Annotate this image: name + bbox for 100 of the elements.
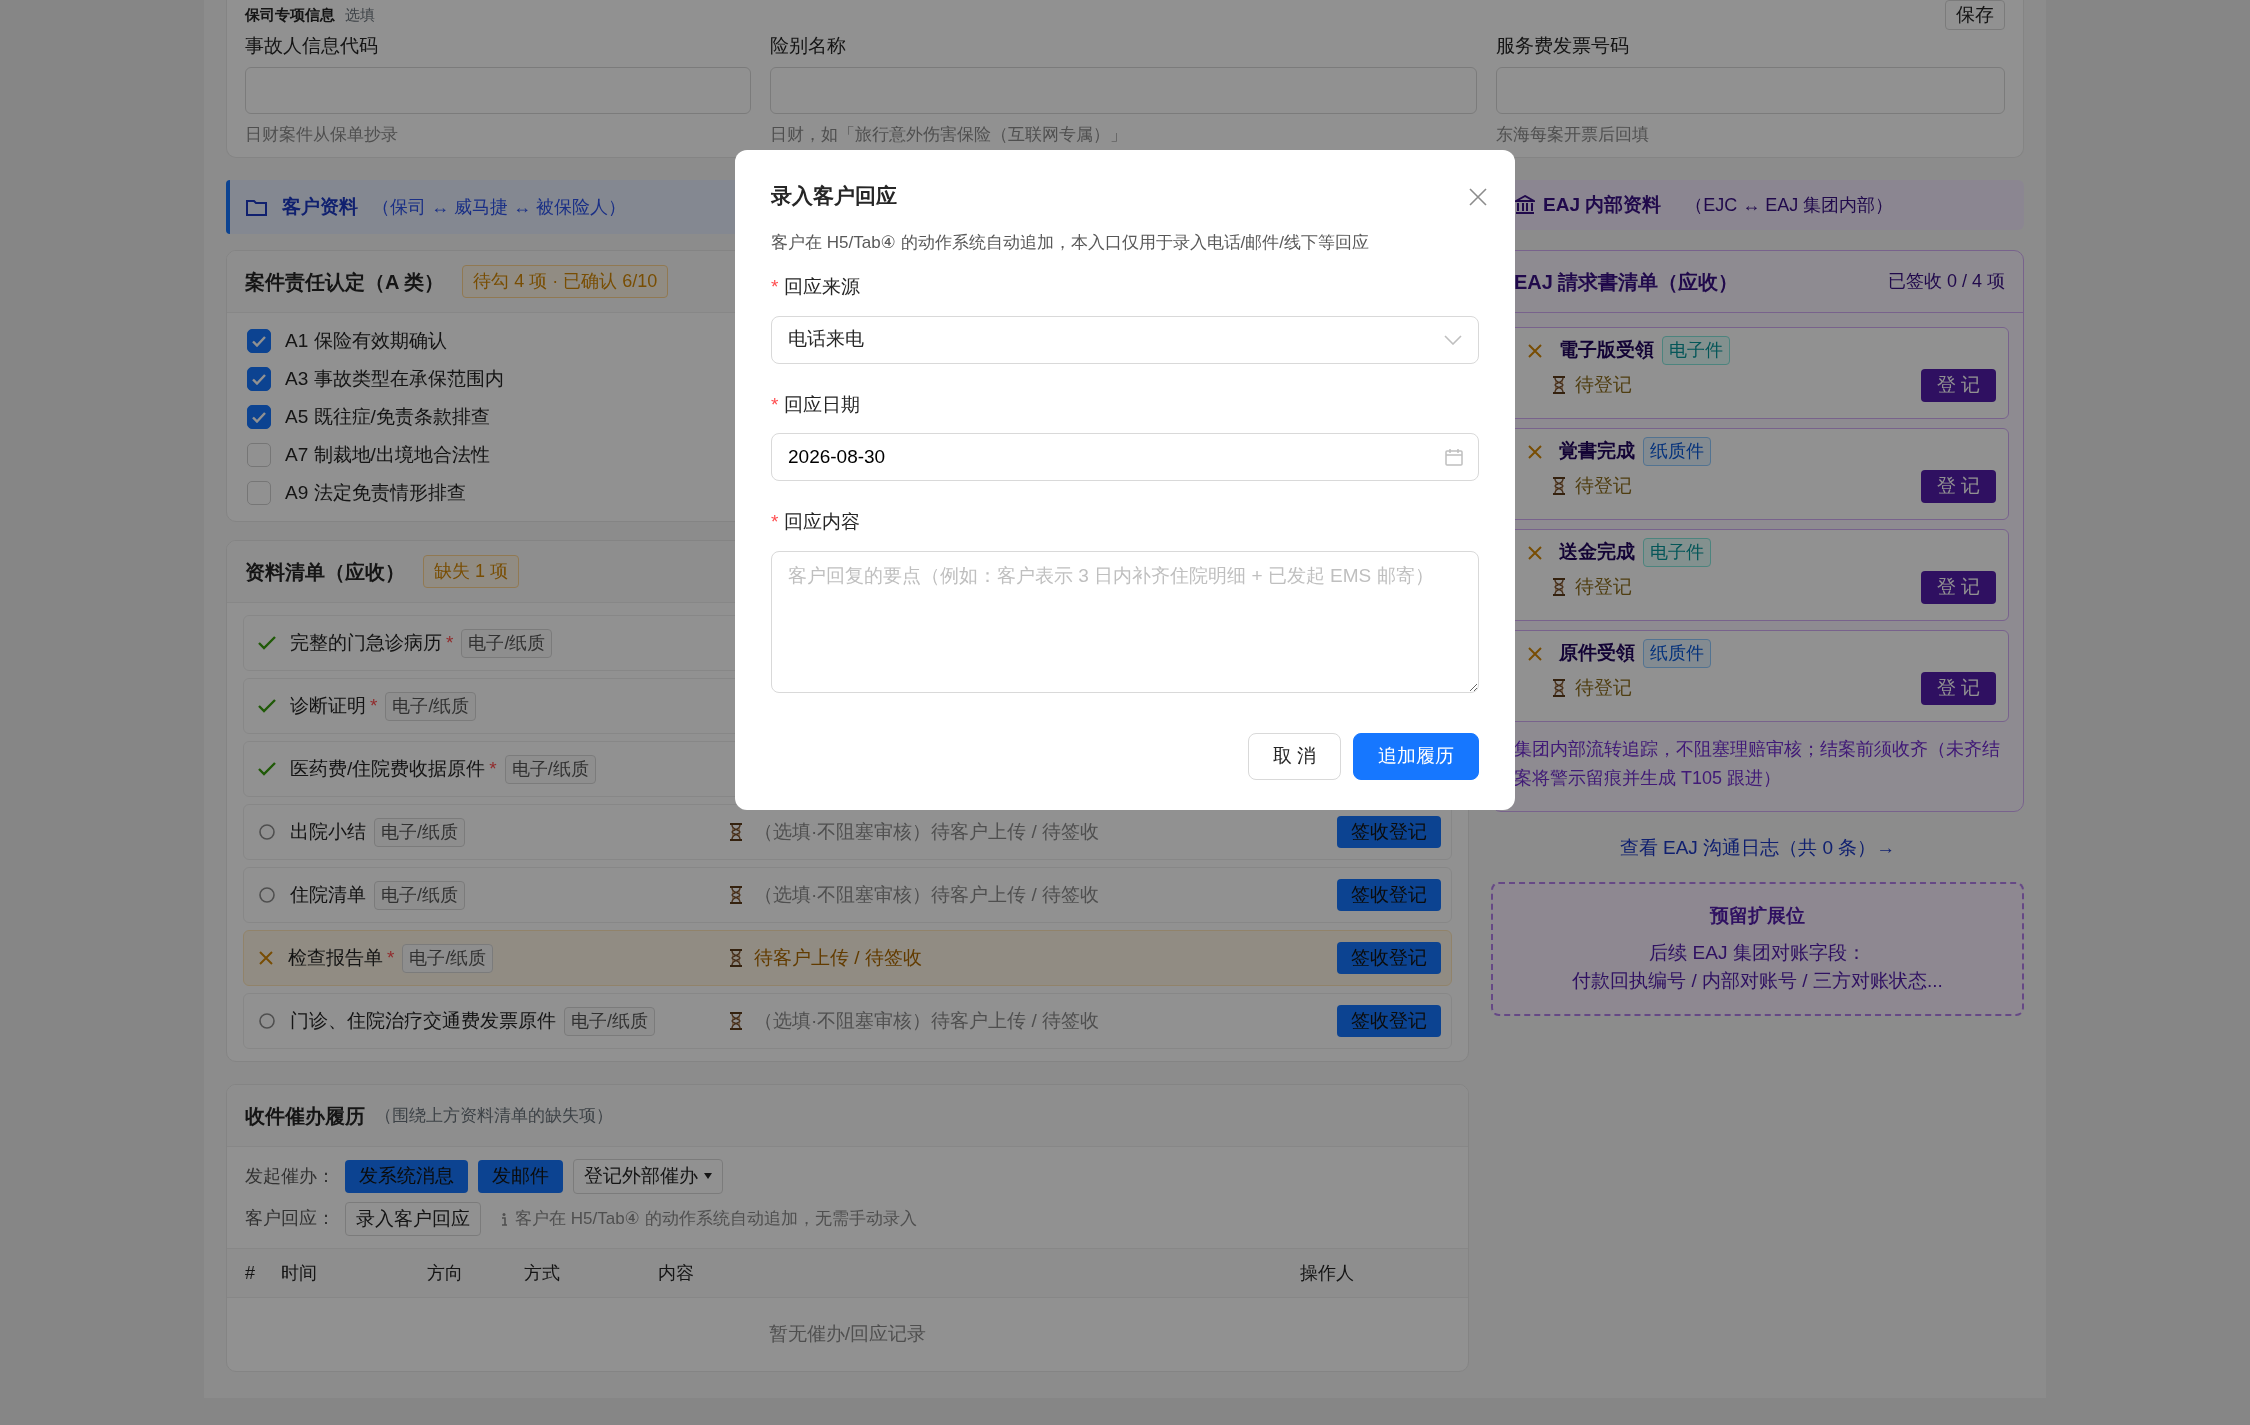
hourglass-icon xyxy=(728,886,744,904)
panel-text: 后续 EAJ 集团对账字段： xyxy=(1648,940,1867,965)
type-tag: 纸质件 xyxy=(1643,437,1711,466)
required-mark: * xyxy=(771,510,779,534)
field-label: 服务费发票号码 xyxy=(1496,34,1630,58)
field-hint: 日财案件从保单抄录 xyxy=(245,123,399,146)
item-name: 送金完成 xyxy=(1559,540,1635,565)
check-icon xyxy=(258,699,276,713)
register-button[interactable]: 登 记 xyxy=(1920,571,1996,604)
item-name: 原件受領 xyxy=(1559,641,1635,666)
calendar-icon xyxy=(1445,448,1463,466)
column-header: 方向 xyxy=(427,1261,464,1285)
checkbox-label: A3 事故类型在承保范围内 xyxy=(285,366,504,391)
field-label: 回应内容 xyxy=(784,510,861,534)
item-name: 電子版受領 xyxy=(1559,338,1654,363)
format-tag: 电子/纸质 xyxy=(402,943,494,973)
folder-icon xyxy=(246,198,268,216)
section-title: 保司专项信息 xyxy=(245,4,335,25)
register-button[interactable]: 登 记 xyxy=(1920,369,1996,402)
log-link[interactable]: 查看 EAJ 沟通日志（共 0 条）→ xyxy=(1491,833,2024,863)
dropdown-button[interactable]: 登记外部催办 xyxy=(573,1159,723,1194)
submit-button[interactable]: 追加履历 xyxy=(1353,733,1479,780)
circle-icon xyxy=(258,886,276,904)
checkbox-label: A7 制裁地/出境地合法性 xyxy=(285,442,490,467)
status-badge: 缺失 1 项 xyxy=(423,555,519,588)
hourglass-icon xyxy=(728,1012,744,1030)
type-tag: 纸质件 xyxy=(1643,639,1711,668)
material-name: 门诊、住院治疗交通费发票原件 xyxy=(290,1008,556,1033)
info-icon xyxy=(499,1211,509,1226)
format-tag: 电子/纸质 xyxy=(461,628,553,658)
circle-icon xyxy=(258,1012,276,1030)
check-icon xyxy=(258,762,276,776)
status-text: 待登记 xyxy=(1575,474,1632,498)
banner-title: 客户资料 xyxy=(282,194,358,219)
caret-icon xyxy=(704,1173,712,1180)
format-tag: 电子/纸质 xyxy=(374,817,465,847)
panel-text: 付款回执编号 / 内部对账号 / 三方对账状态... xyxy=(1571,969,1944,994)
banner-subtitle: （EJC ↔ EAJ 集团内部） xyxy=(1685,193,1894,217)
record-response-button[interactable]: 录入客户回应 xyxy=(345,1201,481,1236)
column-header: 内容 xyxy=(658,1261,695,1285)
hourglass-icon xyxy=(1551,477,1567,496)
status-text: 待客户上传 / 待签收 xyxy=(754,945,922,970)
section-note: 选填 xyxy=(345,4,375,25)
material-name: 出院小结 xyxy=(290,819,366,844)
checkmark-icon xyxy=(252,373,266,385)
cross-icon xyxy=(258,950,274,966)
field-label: 回应来源 xyxy=(784,275,861,299)
hourglass-icon xyxy=(728,949,744,967)
register-button[interactable]: 登 记 xyxy=(1920,672,1996,705)
material-name: 完整的门急诊病历 * xyxy=(290,630,454,655)
register-button[interactable]: 登 记 xyxy=(1920,470,1996,503)
chevron-down-icon xyxy=(1444,334,1462,345)
checkbox[interactable] xyxy=(247,329,271,353)
count-text: 已签收 0 / 4 项 xyxy=(1887,270,2005,293)
save-button[interactable]: 保存 xyxy=(1945,0,2005,31)
status-text: 待登记 xyxy=(1575,575,1632,599)
material-name: 诊断证明 * xyxy=(290,693,378,718)
checkbox[interactable] xyxy=(247,367,271,391)
field-label: 事故人信息代码 xyxy=(245,34,379,58)
required-mark: * xyxy=(771,392,779,417)
material-name: 住院清单 xyxy=(290,882,366,907)
status-text: 待登记 xyxy=(1575,676,1632,700)
status-text: （选填·不阻塞审核）待客户上传 / 待签收 xyxy=(754,882,1100,907)
card-title: 资料清单（应收） xyxy=(245,559,405,585)
material-name: 医药费/住院费收据原件 * xyxy=(290,756,497,781)
field-hint: 东海每案开票后回填 xyxy=(1496,123,1650,146)
card-subtitle: （围绕上方资料清单的缺失项） xyxy=(375,1104,613,1127)
cancel-button[interactable]: 取 消 xyxy=(1247,733,1341,780)
format-tag: 电子/纸质 xyxy=(564,1006,655,1036)
field-label: 回应日期 xyxy=(784,392,861,417)
checkbox[interactable] xyxy=(247,405,271,429)
card-title: 收件催办履历 xyxy=(245,1103,365,1129)
textarea-field[interactable]: 客户回复的要点（例如：客户表示 3 日内补齐住院明细 + 已发起 EMS 邮寄） xyxy=(771,550,1479,693)
checkmark-icon xyxy=(252,335,266,347)
checkbox-label: A1 保险有效期确认 xyxy=(285,328,447,353)
status-text: （选填·不阻塞审核）待客户上传 / 待签收 xyxy=(754,819,1100,844)
format-tag: 电子/纸质 xyxy=(385,691,477,721)
field-label: 险别名称 xyxy=(770,34,847,58)
info-note: 客户在 H5/Tab④ 的动作系统自动追加，无需手动录入 xyxy=(515,1208,917,1230)
date-field[interactable]: 2026-08-30 xyxy=(771,433,1479,481)
banner-title: EAJ 内部资料 xyxy=(1543,192,1662,217)
row-label: 发起催办： xyxy=(245,1164,335,1188)
hourglass-icon xyxy=(1551,578,1567,597)
hourglass-icon xyxy=(728,823,744,841)
checkbox-label: A5 既往症/免责条款排查 xyxy=(285,404,490,429)
bank-icon xyxy=(1515,195,1535,215)
item-name: 覚書完成 xyxy=(1559,439,1635,464)
card-title: 案件责任认定（A 类） xyxy=(245,269,445,295)
format-tag: 电子/纸质 xyxy=(374,880,465,910)
column-header: # xyxy=(245,1261,256,1285)
row-label: 客户回应： xyxy=(245,1207,335,1231)
column-header: 时间 xyxy=(281,1261,318,1285)
hourglass-icon xyxy=(1551,376,1567,395)
dialog-description: 客户在 H5/Tab④ 的动作系统自动追加，本入口仅用于录入电话/邮件/线下等回应 xyxy=(771,231,1370,254)
status-text: 待登记 xyxy=(1575,373,1632,397)
select-field[interactable]: 电话来电 xyxy=(771,315,1479,364)
column-header: 操作人 xyxy=(1300,1261,1355,1285)
panel-title: 预留扩展位 xyxy=(1708,904,1806,929)
checkbox-label: A9 法定免责情形排查 xyxy=(285,480,466,505)
type-tag: 电子件 xyxy=(1662,336,1730,365)
